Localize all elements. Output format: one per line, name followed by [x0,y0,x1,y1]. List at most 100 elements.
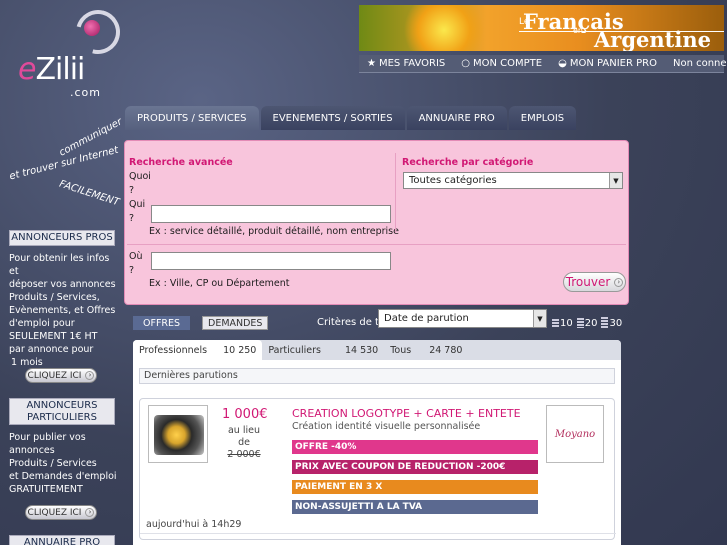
particuliers-heading[interactable]: ANNONCEURS PARTICULIERS [9,398,115,425]
who-input[interactable] [151,205,391,223]
page-size-30[interactable]: 30 [601,317,622,329]
tag-payment: PAIEMENT EN 3 X [292,480,538,494]
grid-icon [601,317,609,329]
favorites-label: MES FAVORIS [378,58,446,69]
listing-divider [140,533,616,534]
tab-emplois[interactable]: EMPLOIS [508,106,577,130]
tag-offer: OFFRE -40% [292,440,538,454]
find-button[interactable]: Trouver › [563,272,626,292]
what-question: ? [129,185,135,196]
tab-annuaire[interactable]: ANNUAIRE PRO [406,106,507,130]
demands-toggle[interactable]: DEMANDES [202,316,269,330]
listing-old-price: au lieu de 2 000€ [222,425,266,461]
advertiser-logo[interactable]: Moyano [546,405,604,463]
page-size-label: 10 [560,317,573,329]
favorites-link[interactable]: ★ MES FAVORIS [359,58,453,69]
where-input[interactable] [151,252,391,270]
arrow-right-icon: › [614,277,624,287]
tab-particuliers[interactable]: Particuliers 14 530 [262,340,384,360]
latest-listings-heading: Dernières parutions [139,368,615,384]
pros-text-line: par annonce pour [9,344,94,355]
grid-icon [576,318,584,328]
banner-en: en [573,26,583,35]
cart-label: MON PANIER PRO [569,58,657,69]
old-price-value: 2 000€ [227,449,261,460]
pros-heading[interactable]: ANNONCEURS PROS [9,230,115,246]
page-size-label: 30 [609,317,623,329]
listing-title[interactable]: CREATION LOGOTYPE + CARTE + ENTETE [292,407,521,420]
particuliers-click-button[interactable]: CLIQUEZ ICI › [25,505,97,520]
connection-status: Non connecté [672,58,727,69]
grid-icon [552,319,559,327]
results-panel: Professionnels 10 250 Particuliers 14 530 … [133,340,621,545]
account-bar: ★ MES FAVORIS ○ MON COMPTE ◒ MON PANIER PRO… [359,55,727,73]
annuaire-heading[interactable]: ANNUAIRE PRO [9,535,115,545]
flower-image [399,5,489,51]
category-select[interactable]: Toutes catégories ▼ [403,172,623,189]
logo-wordmark: eZilii [18,52,85,87]
search-panel: Recherche avancée Quoi ? Qui ? Ex : serv… [124,140,629,305]
pros-click-button[interactable]: CLIQUEZ ICI › [25,368,97,383]
tab-professionnels[interactable]: Professionnels 10 250 [133,340,263,360]
part-text-line: Pour publier vos [9,432,86,443]
tab-count: 10 250 [223,344,257,356]
circle-icon: ○ [461,58,470,69]
star-icon: ★ [367,58,376,69]
search-vertical-divider [395,153,396,233]
instead-label: de [238,437,250,448]
pros-text-line: d'emploi pour [9,318,75,329]
listing-item[interactable]: 1 000€ au lieu de 2 000€ CREATION LOGOTY… [139,398,616,540]
find-label: Trouver [565,275,611,289]
tag-coupon: PRIX AVEC COUPON DE REDUCTION -200€ [292,460,538,474]
where-question: ? [129,265,135,276]
click-label: CLIQUEZ ICI [27,507,82,518]
page-size-label: 20 [584,317,598,329]
cart-link[interactable]: ◒ MON PANIER PRO [550,58,665,69]
particuliers-heading-line-2: PARTICULIERS [27,412,97,423]
who-question: ? [129,213,135,224]
pros-text-line: Pour obtenir les infos et [9,253,110,277]
tab-count: 24 780 [429,344,463,356]
logo-dot-icon [84,20,100,36]
tab-evenements[interactable]: EVENEMENTS / SORTIES [260,106,405,130]
pros-text-line: Produits / Services, [9,292,100,303]
arrow-right-icon: › [85,371,95,380]
tab-label: Tous [390,344,412,356]
particuliers-heading-line-1: ANNONCEURS [26,400,98,411]
sort-select[interactable]: Date de parution ▼ [378,309,547,328]
ezilii-logo[interactable]: eZilii .com [14,1,129,101]
page-size-20[interactable]: 20 [576,317,598,329]
part-text-line: annonces [9,445,55,456]
account-link[interactable]: ○ MON COMPTE [453,58,550,69]
where-label: Où [129,251,143,262]
tab-label: Professionnels [139,344,208,356]
advanced-search-title: Recherche avancée [129,157,233,168]
watch-image [154,415,204,455]
offers-toggle[interactable]: OFFRES [133,316,191,330]
banner-line-2: Argentine [594,27,711,51]
pros-text-line: SEULEMENT 1€ HT [9,331,98,342]
where-hint: Ex : Ville, CP ou Département [149,278,290,289]
category-search-title: Recherche par catégorie [402,157,534,168]
listing-thumbnail[interactable] [148,405,208,463]
tab-tous[interactable]: Tous 24 780 [384,340,468,360]
sort-selected-value: Date de parution [384,313,469,324]
who-hint: Ex : service détaillé, produit détaillé,… [149,226,399,237]
arrow-right-icon: › [85,508,95,517]
tab-produits-services[interactable]: PRODUITS / SERVICES [125,106,259,130]
cart-icon: ◒ [558,58,567,69]
who-label: Qui [129,199,146,210]
ad-banner[interactable]: Le Français en Argentine [359,5,724,51]
what-label: Quoi [129,171,151,182]
part-text-line: Produits / Services [9,458,97,469]
tab-label: Particuliers [268,344,321,356]
results-tabs: Professionnels 10 250 Particuliers 14 530 … [133,340,621,360]
account-label: MON COMPTE [473,58,543,69]
instead-label: au lieu [227,425,260,436]
particuliers-text: Pour publier vos annonces Produits / Ser… [9,431,119,496]
tab-count: 14 530 [344,344,379,356]
pros-text-line: déposer vos annonces [9,279,116,290]
search-horizontal-divider [127,244,626,245]
chevron-down-icon: ▼ [533,310,546,327]
page-size-10[interactable]: 10 [552,317,573,329]
